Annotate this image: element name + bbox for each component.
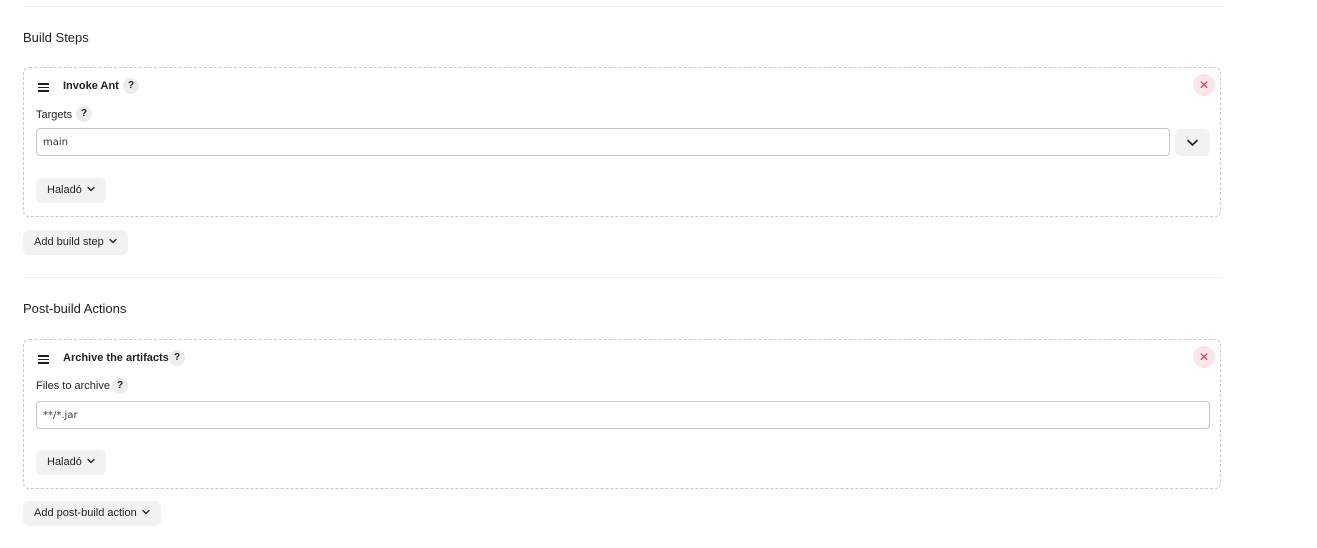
- files-to-archive-help-icon[interactable]: ?: [112, 378, 128, 394]
- drag-handle-icon[interactable]: [38, 355, 49, 364]
- add-post-build-action-button[interactable]: Add post-build action: [23, 501, 161, 526]
- section-divider: [23, 277, 1223, 278]
- section-divider-top: [23, 6, 1223, 7]
- post-build-action-title: Archive the artifacts: [63, 352, 169, 364]
- chevron-down-icon: [87, 186, 95, 192]
- chevron-down-icon: [109, 238, 117, 244]
- remove-build-step-button[interactable]: ✕: [1193, 74, 1215, 96]
- add-build-step-label: Add build step: [34, 236, 104, 248]
- drag-handle-icon[interactable]: [38, 83, 49, 92]
- help-icon[interactable]: ?: [169, 350, 185, 366]
- help-icon[interactable]: ?: [123, 78, 139, 94]
- advanced-button-label: Haladó: [47, 184, 82, 196]
- remove-post-build-action-button[interactable]: ✕: [1193, 346, 1215, 368]
- targets-label: Targets: [36, 109, 73, 121]
- advanced-button[interactable]: Haladó: [36, 450, 106, 475]
- chevron-down-icon: [142, 509, 150, 515]
- targets-expand-button[interactable]: [1175, 129, 1210, 156]
- build-step-card: Invoke Ant ? ✕ Targets ? Haladó: [23, 67, 1221, 217]
- targets-help-icon[interactable]: ?: [76, 106, 92, 122]
- build-step-title: Invoke Ant: [63, 80, 119, 92]
- advanced-button[interactable]: Haladó: [36, 178, 106, 203]
- section-title-build-steps: Build Steps: [23, 30, 89, 45]
- add-build-step-button[interactable]: Add build step: [23, 230, 128, 255]
- chevron-down-icon: [1187, 139, 1198, 146]
- add-post-build-action-label: Add post-build action: [34, 507, 137, 519]
- advanced-button-label: Haladó: [47, 456, 82, 468]
- section-title-post-build: Post-build Actions: [23, 301, 127, 316]
- targets-input[interactable]: [36, 128, 1170, 156]
- chevron-down-icon: [87, 458, 95, 464]
- post-build-action-card: Archive the artifacts ? ✕ Files to archi…: [23, 339, 1221, 489]
- files-to-archive-input[interactable]: [36, 401, 1210, 429]
- files-to-archive-label: Files to archive: [36, 380, 110, 392]
